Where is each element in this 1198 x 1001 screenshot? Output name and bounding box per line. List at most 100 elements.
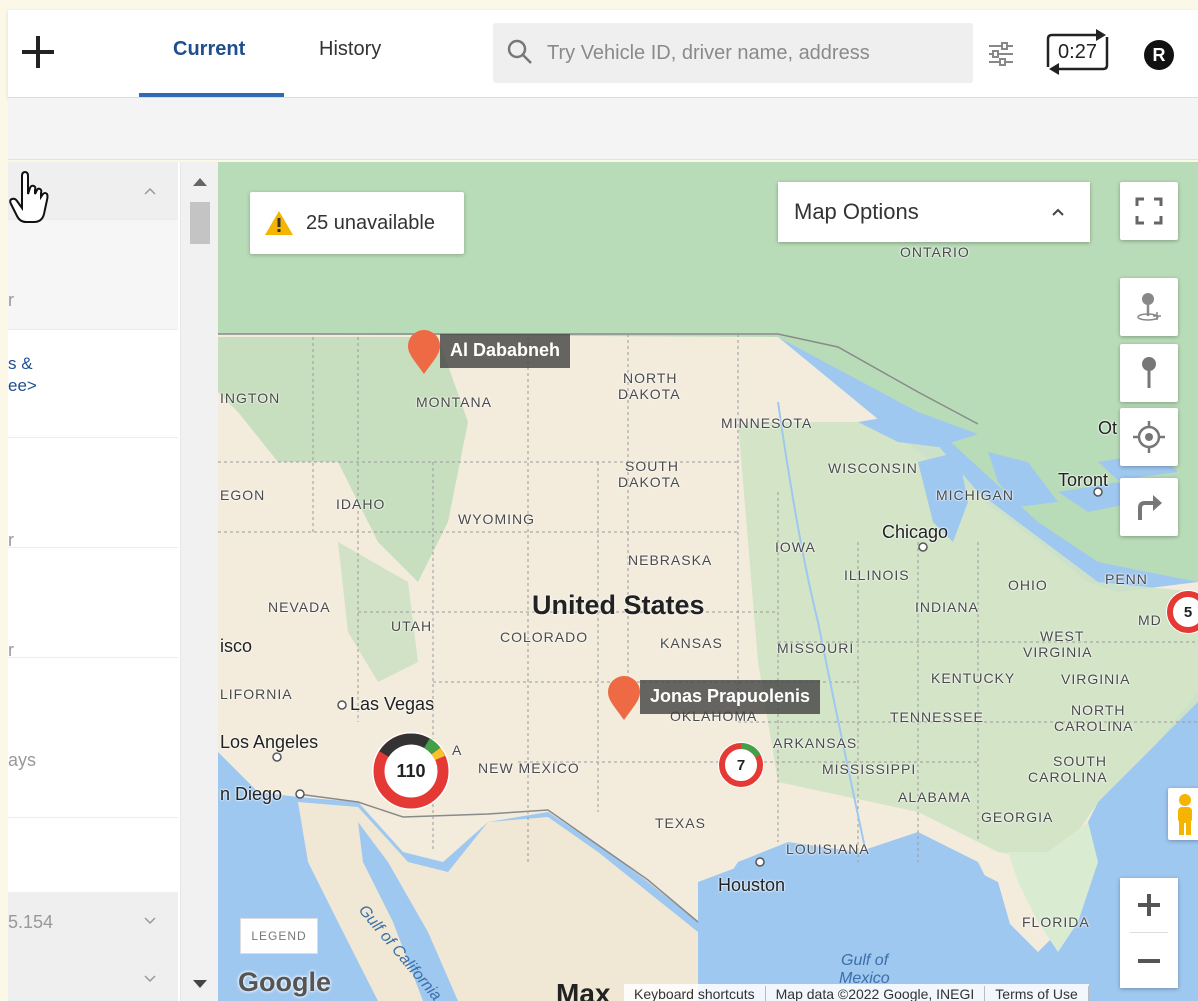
map-label: NEBRASKA (628, 552, 713, 568)
map-label: EGON (220, 487, 266, 503)
list-item-text: ays (8, 750, 37, 770)
vehicle-list-panel: r s & ee> r r ays 5.154 (8, 162, 218, 1001)
filter-settings-icon[interactable] (985, 38, 1017, 70)
map-data-text: Map data ©2022 Google, INEGI (766, 986, 986, 1001)
add-pin-icon (1137, 293, 1161, 321)
search-box (493, 23, 973, 83)
map-label: DAKOTA (618, 386, 681, 402)
map-label: NEW MEXICO (478, 760, 580, 776)
map-label: ARKANSAS (773, 735, 858, 751)
map-label-water: Gulf of (841, 952, 889, 969)
list-item[interactable]: s & ee> (8, 330, 178, 438)
cluster-count: 110 (396, 760, 426, 781)
list-item[interactable]: r (8, 220, 178, 330)
chevron-up-icon[interactable] (143, 184, 157, 198)
unavailable-vehicles-badge[interactable]: 25 unavailable (250, 192, 464, 254)
list-item[interactable]: ays (8, 658, 178, 818)
refresh-timer-button[interactable]: 0:27 (1040, 27, 1115, 77)
map-label: VIRGINIA (1061, 671, 1131, 687)
vehicle-cluster[interactable]: 110 (372, 732, 450, 810)
zoom-in-button[interactable] (1120, 878, 1178, 932)
zoom-out-button[interactable] (1120, 934, 1178, 988)
map-label: MINNESOTA (721, 415, 813, 431)
my-location-button[interactable] (1120, 408, 1178, 466)
map-label-city: n Diego (220, 784, 283, 804)
map-label: OHIO (1008, 577, 1048, 593)
map-label: WEST (1040, 628, 1085, 644)
chevron-down-icon[interactable] (143, 972, 157, 986)
driver-label[interactable]: Al Dababneh (440, 334, 571, 368)
timer-countdown: 0:27 (1058, 40, 1097, 63)
map-label: LOUISIANA (786, 841, 870, 857)
legend-button[interactable]: LEGEND (240, 918, 318, 954)
scroll-up-arrow[interactable] (193, 178, 207, 186)
plus-icon (22, 36, 54, 68)
map-label: UTAH (391, 618, 433, 634)
keyboard-shortcuts-link[interactable]: Keyboard shortcuts (624, 986, 766, 1001)
map-label: NORTH (1071, 702, 1126, 718)
map-label: CAROLINA (1028, 769, 1108, 785)
scrollbar[interactable] (180, 162, 218, 1001)
pin-button[interactable] (1120, 344, 1178, 402)
map-label: NEVADA (268, 599, 331, 615)
map-label-city: Los Angeles (220, 732, 319, 752)
turn-right-arrow-icon (1138, 495, 1162, 520)
list-item[interactable]: r (8, 548, 178, 660)
list-item-link[interactable]: ee> (8, 376, 37, 396)
driver-pin-icon[interactable] (606, 676, 642, 722)
scrollbar-thumb[interactable] (190, 202, 210, 244)
driver-pin-icon[interactable] (406, 330, 442, 376)
vehicle-cluster[interactable]: 5 (1166, 590, 1198, 634)
directions-button[interactable] (1120, 478, 1178, 536)
add-place-button[interactable] (1120, 278, 1178, 336)
map-canvas[interactable]: ONTARIO NORTH DAKOTA MINNESOTA SOUTH DAK… (218, 162, 1198, 1001)
map-label: GEORGIA (981, 809, 1054, 825)
map-label-city: Chicago (882, 522, 949, 542)
map-label-city: Ot (1098, 418, 1118, 438)
zoom-control (1120, 878, 1178, 988)
chevron-down-icon[interactable] (143, 914, 157, 928)
map-label: MISSISSIPPI (822, 761, 917, 777)
map-label: PENN (1105, 571, 1148, 587)
tab-history[interactable]: History (319, 38, 381, 61)
map-label: LIFORNIA (220, 686, 293, 702)
map-label: MISSOURI (777, 640, 855, 656)
list-item[interactable]: r (8, 438, 178, 550)
list-item[interactable]: 5.154 (8, 892, 178, 1001)
add-button[interactable] (16, 30, 60, 74)
map-label: IOWA (775, 539, 816, 555)
map-label: WISCONSIN (828, 460, 918, 476)
map-options-dropdown[interactable]: Map Options (778, 182, 1090, 242)
active-tab-indicator (139, 93, 284, 97)
driver-label[interactable]: Jonas Prapuolenis (640, 680, 821, 714)
map-label: TEXAS (655, 815, 706, 831)
toolbar-strip (8, 98, 1198, 160)
map-label-city: Las Vegas (350, 694, 435, 714)
tab-current[interactable]: Current (173, 38, 245, 61)
map-label: DAKOTA (618, 474, 681, 490)
search-input[interactable] (547, 33, 957, 73)
map-label: IDAHO (336, 496, 386, 512)
list-item-link[interactable]: s & (8, 354, 33, 374)
vehicle-cluster[interactable]: 7 (718, 742, 764, 788)
map-label: KENTUCKY (931, 670, 1016, 686)
street-view-button[interactable] (1168, 788, 1198, 840)
fullscreen-button[interactable] (1120, 182, 1178, 240)
terms-of-use-link[interactable]: Terms of Use (985, 986, 1089, 1001)
fullscreen-icon (1135, 197, 1163, 225)
map-label: CAROLINA (1054, 718, 1134, 734)
map-label: ILLINOIS (844, 567, 910, 583)
map-label: SOUTH (1053, 753, 1107, 769)
cluster-count: 7 (736, 756, 746, 774)
map-label: SOUTH (625, 458, 679, 474)
warning-icon (265, 211, 293, 235)
user-avatar[interactable]: R (1144, 40, 1174, 70)
map-options-label: Map Options (794, 199, 919, 224)
map-label: ONTARIO (900, 244, 970, 260)
map-label: INDIANA (915, 599, 979, 615)
scroll-down-arrow[interactable] (193, 980, 207, 988)
chevron-up-icon (1052, 208, 1064, 216)
app-window: Current History 0:27 (0, 0, 1198, 1001)
map-label: TENNESSEE (890, 709, 984, 725)
crosshair-icon (1133, 421, 1165, 453)
